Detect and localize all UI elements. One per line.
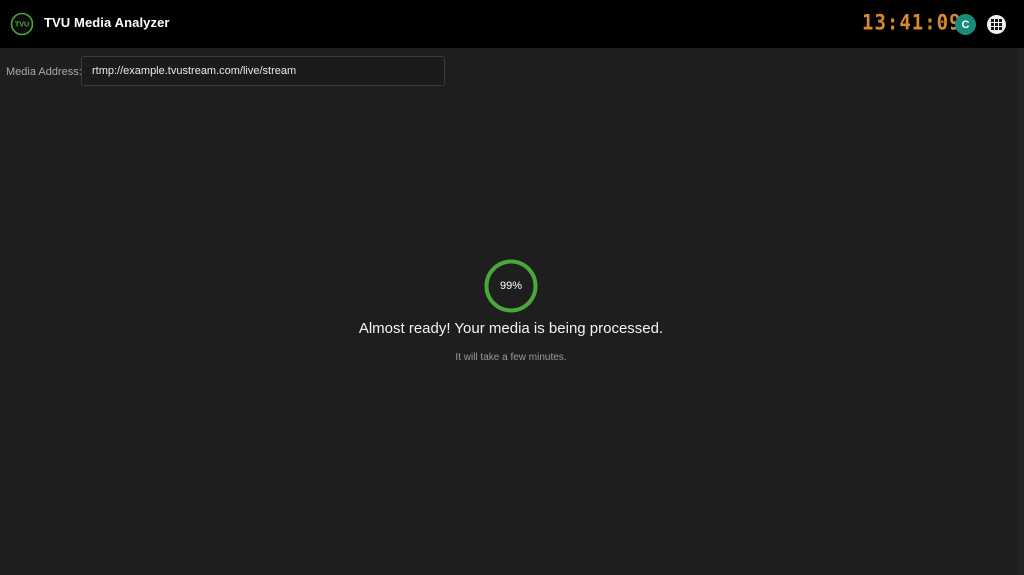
app-root: TVU TVU Media Analyzer 13:41:09 C Media … [0,0,1024,575]
svg-text:TVU: TVU [15,20,29,29]
processing-subtitle: It will take a few minutes. [455,352,567,363]
grid-apps-icon [991,19,1002,30]
media-address-input[interactable] [81,56,445,86]
media-address-label: Media Address: [6,66,82,78]
media-address-bar: Media Address: [0,48,1024,94]
app-title: TVU Media Analyzer [44,15,170,30]
tvu-logo-icon[interactable]: TVU [10,12,34,36]
user-avatar[interactable]: C [955,14,976,35]
clock-display: 13:41:09 [862,10,962,36]
processing-title: Almost ready! Your media is being proces… [358,320,664,337]
scrollbar[interactable] [1018,48,1024,575]
progress-percent: 99% [499,280,523,292]
apps-menu-button[interactable] [987,15,1006,34]
top-header: TVU TVU Media Analyzer 13:41:09 C [0,0,1024,48]
